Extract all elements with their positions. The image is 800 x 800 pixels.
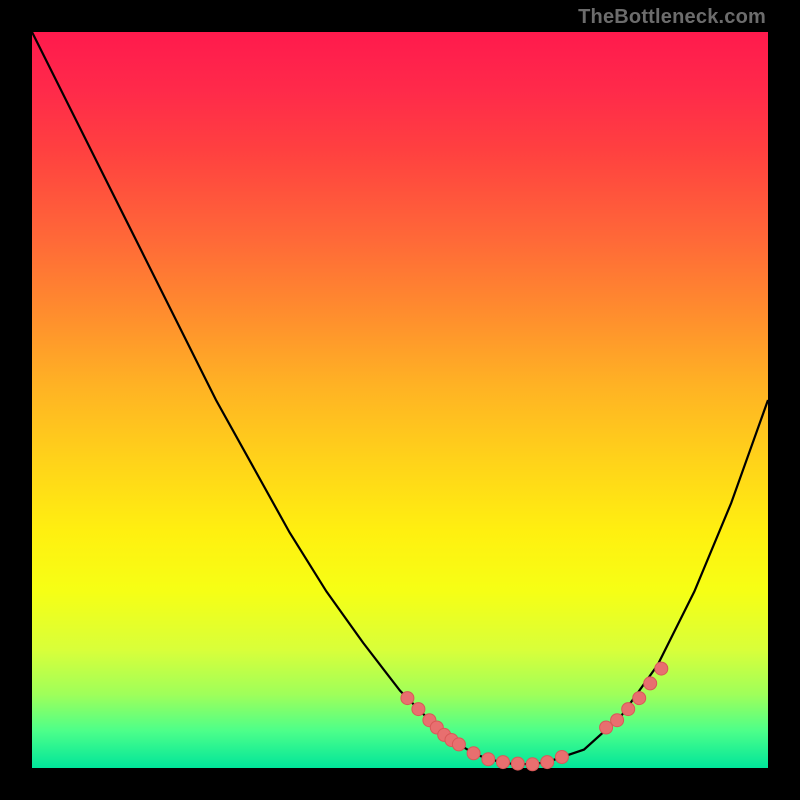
- data-marker: [644, 677, 657, 690]
- data-marker: [611, 714, 624, 727]
- data-marker: [633, 692, 646, 705]
- marker-layer: [401, 662, 668, 771]
- data-marker: [555, 751, 568, 764]
- curve-layer: [32, 32, 768, 764]
- data-marker: [622, 703, 635, 716]
- watermark-text: TheBottleneck.com: [578, 6, 766, 29]
- plot-area: [32, 32, 768, 768]
- chart-frame: TheBottleneck.com: [0, 0, 800, 800]
- data-marker: [541, 756, 554, 769]
- data-marker: [482, 753, 495, 766]
- data-marker: [452, 738, 465, 751]
- chart-svg: [32, 32, 768, 768]
- bottleneck-curve: [32, 32, 768, 764]
- data-marker: [526, 758, 539, 771]
- data-marker: [467, 747, 480, 760]
- data-marker: [600, 721, 613, 734]
- data-marker: [412, 703, 425, 716]
- data-marker: [497, 756, 510, 769]
- data-marker: [401, 692, 414, 705]
- data-marker: [511, 757, 524, 770]
- data-marker: [655, 662, 668, 675]
